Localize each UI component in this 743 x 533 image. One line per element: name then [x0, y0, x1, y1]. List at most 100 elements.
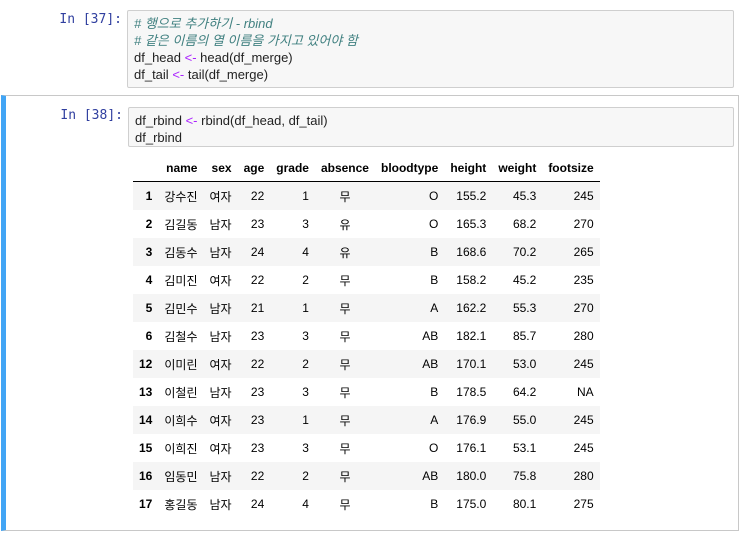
column-header-footsize: footsize	[542, 154, 600, 182]
table-cell-weight: 80.1	[512, 497, 537, 511]
table-cell-footsize: 245	[573, 357, 594, 371]
row-index: 15	[139, 441, 153, 455]
table-cell-absence: 무	[339, 469, 351, 484]
code-line: df_head <- head(df_merge)	[134, 49, 727, 66]
code-text: rbind(df_head, df_tail)	[197, 113, 328, 128]
table-cell-weight: 53.1	[512, 441, 537, 455]
table-cell-grade: 2	[302, 357, 309, 371]
table-cell-absence: 무	[339, 273, 351, 288]
column-header-age: age	[237, 154, 271, 182]
table-cell-bloodtype: AB	[422, 357, 439, 371]
table-cell-grade: 1	[302, 189, 309, 203]
table-cell-weight: 53.0	[512, 357, 537, 371]
code-comment: # 행으로 추가하기 - rbind	[134, 16, 273, 31]
table-cell-height: 155.2	[456, 189, 487, 203]
table-cell-sex: 여자	[209, 189, 232, 204]
row-index: 14	[139, 413, 153, 427]
table-cell-age: 24	[250, 245, 265, 259]
table-row: 2 김길동 남자 23 3 유 O 165.3 68.2 270	[133, 210, 600, 238]
column-header-absence: absence	[314, 154, 375, 182]
table-row: 12 이미린 여자 22 2 무 AB 170.1 53.0 245	[133, 350, 600, 378]
table-row: 14 이희수 여자 23 1 무 A 176.9 55.0 245	[133, 406, 600, 434]
table-cell-age: 22	[250, 469, 265, 483]
table-cell-absence: 유	[339, 217, 351, 232]
table-cell-age: 22	[250, 189, 265, 203]
table-cell-grade: 2	[302, 273, 309, 287]
table-row: 17 홍길동 남자 24 4 무 B 175.0 80.1 275	[133, 490, 600, 518]
table-row: 4 김미진 여자 22 2 무 B 158.2 45.2 235	[133, 266, 600, 294]
code-line: df_tail <- tail(df_merge)	[134, 66, 727, 83]
table-cell-age: 22	[250, 357, 265, 371]
table-cell-weight: 85.7	[512, 329, 537, 343]
table-cell-weight: 64.2	[512, 385, 537, 399]
row-index: 13	[139, 385, 153, 399]
table-cell-absence: 유	[339, 245, 351, 260]
table-cell-grade: 1	[302, 301, 309, 315]
column-header-height: height	[444, 154, 493, 182]
table-cell-absence: 무	[339, 413, 351, 428]
table-cell-bloodtype: O	[428, 189, 439, 203]
code-editor[interactable]: df_rbind <- rbind(df_head, df_tail) df_r…	[128, 107, 734, 147]
table-cell-bloodtype: O	[428, 441, 439, 455]
table-cell-weight: 45.3	[512, 189, 537, 203]
table-cell-bloodtype: B	[430, 273, 439, 287]
input-prompt: In [38]:	[60, 108, 123, 123]
table-cell-absence: 무	[339, 441, 351, 456]
code-editor[interactable]: # 행으로 추가하기 - rbind # 같은 이름의 열 이름을 가지고 있어…	[127, 10, 734, 88]
row-index: 6	[145, 329, 153, 343]
table-cell-absence: 무	[339, 189, 351, 204]
table-cell-name: 김철수	[164, 329, 198, 344]
row-index: 4	[145, 273, 153, 287]
table-cell-footsize: 265	[573, 245, 594, 259]
code-cell-37[interactable]: In [37]: # 행으로 추가하기 - rbind # 같은 이름의 열 이…	[0, 0, 743, 92]
table-body: 1 강수진 여자 22 1 무 O 155.2 45.3 245 2 김길동 남자 23 3 유 O 165.3 6…	[133, 181, 600, 519]
table-cell-bloodtype: B	[430, 245, 439, 259]
table-cell-name: 홍길동	[164, 497, 198, 512]
table-cell-sex: 남자	[209, 469, 232, 484]
table-cell-name: 이희진	[164, 441, 198, 456]
table-cell-footsize: 245	[573, 189, 594, 203]
table-cell-name: 김길동	[164, 217, 198, 232]
table-cell-name: 이미린	[164, 357, 198, 372]
column-header-weight: weight	[492, 154, 543, 182]
code-line: df_rbind <- rbind(df_head, df_tail)	[135, 112, 727, 129]
table-cell-weight: 70.2	[512, 245, 537, 259]
table-cell-height: 176.1	[456, 441, 487, 455]
table-cell-absence: 무	[339, 385, 351, 400]
input-prompt: In [37]:	[59, 12, 122, 27]
code-cell-38-selected[interactable]: In [38]: df_rbind <- rbind(df_head, df_t…	[1, 95, 739, 531]
assign-operator: <-	[185, 113, 198, 128]
table-cell-grade: 3	[302, 385, 309, 399]
table-cell-age: 23	[250, 413, 265, 427]
table-cell-weight: 55.3	[512, 301, 537, 315]
table-cell-bloodtype: AB	[422, 469, 439, 483]
table-row: 15 이희진 여자 23 3 무 O 176.1 53.1 245	[133, 434, 600, 462]
table-cell-sex: 남자	[209, 329, 232, 344]
table-cell-name: 김동수	[164, 245, 198, 260]
table-cell-age: 22	[250, 273, 265, 287]
table-cell-sex: 여자	[209, 413, 232, 428]
row-index: 16	[139, 469, 153, 483]
table-cell-sex: 남자	[209, 301, 232, 316]
table-cell-height: 165.3	[456, 217, 487, 231]
table-cell-absence: 무	[339, 301, 351, 316]
code-text: head(df_merge)	[196, 50, 293, 65]
row-index: 2	[145, 217, 153, 231]
table-cell-bloodtype: A	[430, 413, 439, 427]
table-cell-footsize: 280	[573, 329, 594, 343]
table-cell-name: 김민수	[164, 301, 198, 316]
table-cell-sex: 여자	[209, 273, 232, 288]
code-text: tail(df_merge)	[184, 67, 269, 82]
table-cell-bloodtype: B	[430, 497, 439, 511]
table-cell-grade: 3	[302, 217, 309, 231]
table-cell-absence: 무	[339, 497, 351, 512]
table-cell-name: 김미진	[164, 273, 198, 288]
code-text: df_head	[134, 50, 185, 65]
row-index: 1	[145, 189, 153, 203]
table-cell-age: 23	[250, 441, 265, 455]
code-text: df_rbind	[135, 113, 186, 128]
table-cell-height: 180.0	[456, 469, 487, 483]
table-cell-weight: 55.0	[512, 413, 537, 427]
table-cell-weight: 75.8	[512, 469, 537, 483]
row-index: 12	[139, 357, 153, 371]
